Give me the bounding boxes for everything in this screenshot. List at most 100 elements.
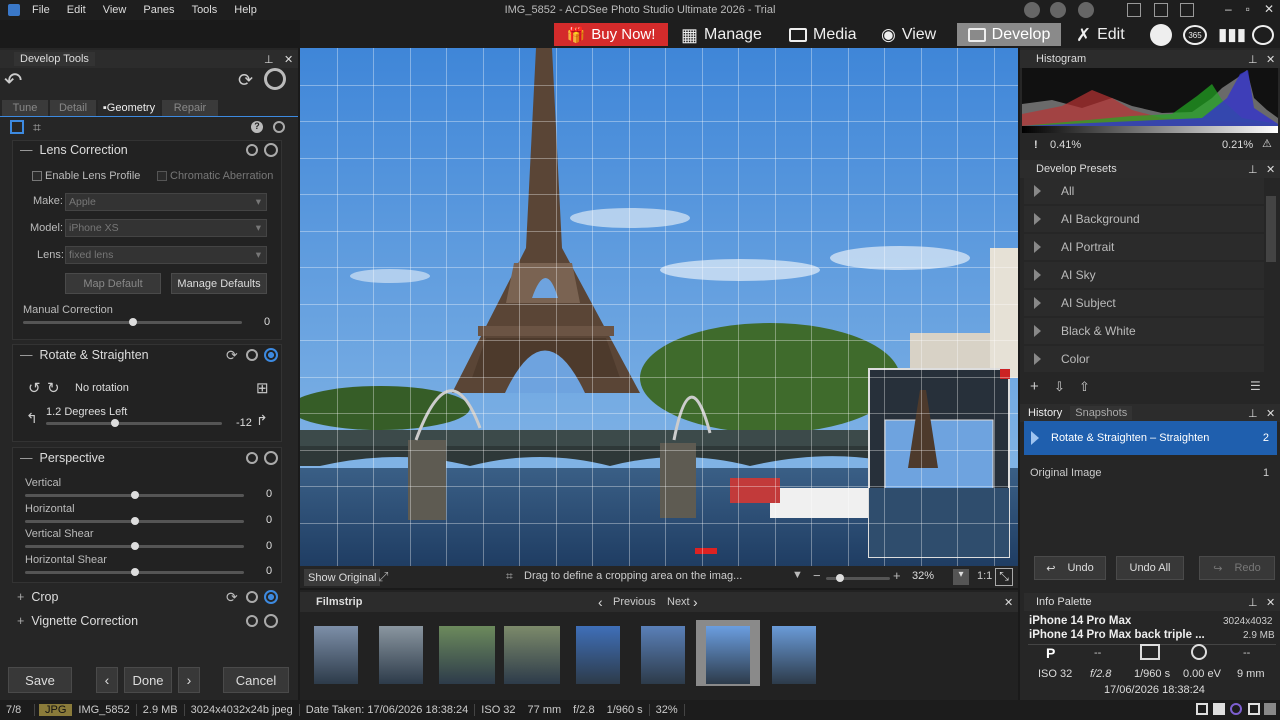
zoom-in-icon[interactable]: + xyxy=(893,568,901,583)
clip-highlight-icon[interactable]: ⚠ xyxy=(1262,137,1272,150)
presets-scrollbar[interactable] xyxy=(1266,196,1276,262)
manage-mode-button[interactable]: ▦ Manage xyxy=(681,23,762,47)
close-info-icon[interactable]: ✕ xyxy=(1266,596,1275,609)
show-original-button[interactable]: Show Original xyxy=(304,569,381,586)
vertical-shear-slider[interactable] xyxy=(25,542,244,550)
status-square-icon[interactable] xyxy=(1196,703,1208,715)
rotate-left-icon[interactable]: ↺ xyxy=(28,379,41,397)
minimize-icon[interactable]: – xyxy=(1225,2,1232,16)
filmstrip-thumbnail[interactable] xyxy=(379,626,423,684)
account-icon[interactable] xyxy=(1078,2,1094,18)
image-canvas[interactable] xyxy=(300,48,1018,566)
filmstrip-thumbnail[interactable] xyxy=(706,626,750,684)
previous-chevron-icon[interactable]: ‹ xyxy=(598,594,603,610)
slider-knob[interactable] xyxy=(130,491,139,499)
rotate-cw-small-icon[interactable]: ↱ xyxy=(256,412,268,429)
vertical-slider[interactable] xyxy=(25,491,244,499)
preset-item[interactable]: All xyxy=(1024,178,1264,204)
perspective-toggle-icon[interactable] xyxy=(264,451,278,465)
edit-mode-button[interactable]: ✗ Edit xyxy=(1076,23,1125,47)
redo-button[interactable]: ↪ Redo xyxy=(1199,556,1275,580)
rotate-ccw-small-icon[interactable]: ↰ xyxy=(26,410,38,427)
filmstrip-thumbnail[interactable] xyxy=(772,626,816,684)
maximize-icon[interactable]: ▫ xyxy=(1246,2,1250,16)
close-histogram-icon[interactable]: ✕ xyxy=(1266,53,1275,66)
filmstrip-thumbnail[interactable] xyxy=(641,626,685,684)
crop-toggle-icon[interactable] xyxy=(264,590,278,604)
filmstrip-thumbnail[interactable] xyxy=(314,626,358,684)
vignette-toggle-icon[interactable] xyxy=(264,614,278,628)
zoom-menu-icon[interactable]: ▾ xyxy=(953,569,969,585)
slider-knob[interactable] xyxy=(836,574,844,582)
status-fill-icon[interactable] xyxy=(1213,703,1225,715)
flip-icon[interactable]: ⊞ xyxy=(256,379,269,397)
close-history-icon[interactable]: ✕ xyxy=(1266,407,1275,420)
zoom-out-icon[interactable]: − xyxy=(813,568,821,583)
settings-gear-icon[interactable] xyxy=(264,68,286,90)
make-dropdown[interactable]: Apple ▾ xyxy=(65,193,267,211)
chromatic-checkbox[interactable] xyxy=(157,171,167,181)
preset-item[interactable]: AI Portrait xyxy=(1024,234,1264,260)
save-button[interactable]: Save xyxy=(8,667,72,693)
lens-gear-icon[interactable] xyxy=(246,144,258,156)
filmstrip-thumbnail[interactable] xyxy=(576,626,620,684)
close-panel-icon[interactable]: ✕ xyxy=(284,53,293,66)
tab-repair[interactable]: Repair xyxy=(162,100,218,116)
horizontal-shear-slider[interactable] xyxy=(25,568,244,576)
365-mode-icon[interactable]: 365 xyxy=(1183,25,1207,45)
slider-knob[interactable] xyxy=(130,568,139,576)
lens-toggle-icon[interactable] xyxy=(264,143,278,157)
close-filmstrip-icon[interactable]: ✕ xyxy=(1004,596,1013,609)
crop-header[interactable]: + Crop xyxy=(17,590,58,604)
vignette-gear-icon[interactable] xyxy=(246,615,258,627)
model-dropdown[interactable]: iPhone XS ▾ xyxy=(65,219,267,237)
check-icon[interactable] xyxy=(1248,703,1260,715)
pin-icon[interactable]: ⊥ xyxy=(264,53,274,66)
tab-geometry[interactable]: ▪ Geometry xyxy=(98,100,160,116)
develop-mode-button[interactable]: Develop xyxy=(957,23,1061,46)
community-icon[interactable] xyxy=(1024,2,1040,18)
lens-dropdown[interactable]: fixed lens ▾ xyxy=(65,246,267,264)
dashboard-icon[interactable]: ▮▮▮ xyxy=(1218,25,1246,45)
crop-tool-icon[interactable]: ⌗ xyxy=(33,119,41,136)
pin-icon[interactable]: ⊥ xyxy=(1248,163,1258,176)
undo-all-button[interactable]: Undo All xyxy=(1116,556,1184,580)
actual-size-button[interactable]: 1:1 xyxy=(977,570,992,582)
view-mode-button[interactable]: ◉ View xyxy=(881,23,936,47)
slider-knob[interactable] xyxy=(130,517,139,525)
vignette-header[interactable]: + Vignette Correction xyxy=(17,614,138,628)
pin-icon[interactable]: ⊥ xyxy=(1248,596,1258,609)
lens-correction-header[interactable]: — Lens Correction xyxy=(20,143,128,157)
prev-image-button[interactable]: ‹ xyxy=(96,667,118,693)
map-default-button[interactable]: Map Default xyxy=(65,273,161,294)
rotate-gear-icon[interactable] xyxy=(246,349,258,361)
undo-button[interactable]: ↩ Undo xyxy=(1034,556,1106,580)
enable-lens-profile-checkbox[interactable] xyxy=(32,171,42,181)
zoom-dropdown-icon[interactable]: ▼ xyxy=(792,569,803,581)
filmstrip-thumbnail[interactable] xyxy=(504,626,560,684)
rotate-reset-icon[interactable]: ⟳ xyxy=(226,347,238,364)
slider-knob[interactable] xyxy=(130,542,139,550)
rotate-right-icon[interactable]: ↻ xyxy=(47,379,60,397)
rotate-toggle-icon[interactable] xyxy=(264,348,278,362)
grid-overlay-icon[interactable] xyxy=(10,120,24,134)
cancel-button[interactable]: Cancel xyxy=(223,667,289,693)
fit-screen-icon[interactable]: ⤡ xyxy=(995,568,1013,586)
status-more-icon[interactable] xyxy=(1264,703,1276,715)
layout-top-icon[interactable] xyxy=(1154,3,1168,17)
tab-detail[interactable]: Detail xyxy=(50,100,96,116)
zoom-slider[interactable] xyxy=(826,574,890,582)
preset-menu-icon[interactable]: ☰ xyxy=(1250,379,1261,393)
media-mode-button[interactable]: Media xyxy=(789,23,857,47)
crop-reset-icon[interactable]: ⟳ xyxy=(226,589,238,606)
crop-gear-icon[interactable] xyxy=(246,591,258,603)
rotate-header[interactable]: — Rotate & Straighten xyxy=(20,348,149,362)
filmstrip-thumbnail[interactable] xyxy=(439,626,495,684)
notification-icon[interactable] xyxy=(1050,2,1066,18)
close-presets-icon[interactable]: ✕ xyxy=(1266,163,1275,176)
close-window-icon[interactable]: ✕ xyxy=(1264,2,1274,16)
clip-shadow-icon[interactable]: ! xyxy=(1034,139,1038,151)
tab-settings-icon[interactable] xyxy=(273,121,285,133)
preset-item[interactable]: AI Subject xyxy=(1024,290,1264,316)
history-item-original[interactable]: Original Image xyxy=(1030,467,1102,479)
